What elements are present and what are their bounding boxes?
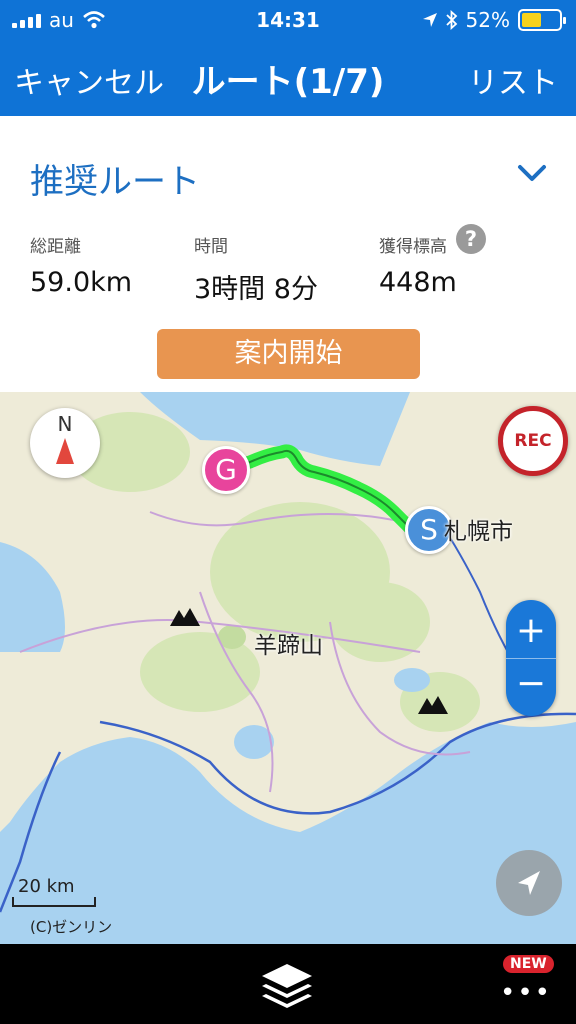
stat-elevation-value: 448m [379,267,457,298]
cancel-button[interactable]: キャンセル [14,58,164,102]
status-right: 52% [422,8,566,32]
zoom-control: + − [506,600,556,716]
stat-elevation: 獲得標高 448m [379,232,457,298]
scale-bar [12,897,96,907]
north-arrow-icon [56,438,74,464]
stat-distance-value: 59.0km [30,267,133,298]
stat-time-value: 3時間 8分 [194,274,318,305]
scale-label: 20 km [18,876,75,897]
place-label-sapporo: 札幌市 [444,519,513,545]
zoom-divider [506,658,556,659]
location-arrow-icon [422,13,437,27]
route-name[interactable]: 推奨ルート [30,154,200,203]
chevron-down-icon[interactable] [514,160,550,186]
record-button[interactable]: REC [498,406,568,476]
map-scale: 20 km [12,876,96,907]
route-panel: 推奨ルート 総距離 59.0km 時間 3時間 8分 獲得標高 448m ? 案… [0,116,576,392]
battery-icon [518,9,566,31]
stat-distance-label: 総距離 [30,237,81,257]
place-label-yoteizan: 羊蹄山 [254,633,323,659]
map-base [0,392,576,913]
mountain-icon [418,696,448,714]
zoom-out-button[interactable]: − [506,662,556,712]
start-guidance-button[interactable]: 案内開始 [157,329,420,379]
goal-marker[interactable]: G [202,446,250,494]
help-icon[interactable]: ? [456,224,486,254]
zoom-in-button[interactable]: + [506,606,556,656]
more-button[interactable]: ••• [500,978,552,1008]
stat-time: 時間 3時間 8分 [194,232,318,306]
map-copyright: (C)ゼンリン [30,918,113,936]
current-location-button[interactable] [496,850,562,916]
stat-distance: 総距離 59.0km [30,232,132,298]
location-arrow-icon [518,871,540,895]
bottom-bar: NEW ••• [0,944,576,1024]
list-button[interactable]: リスト [468,58,558,102]
status-bar: au 14:31 52% [0,0,576,40]
stat-time-label: 時間 [194,237,228,257]
stat-elevation-label: 獲得標高 [379,237,447,257]
compass-north-label: N [57,412,73,436]
battery-fill [522,13,541,27]
mountain-icon [170,608,200,626]
compass-button[interactable]: N [30,408,100,478]
layers-icon[interactable] [258,960,316,1010]
bluetooth-icon [445,10,457,30]
top-bar: au 14:31 52% キャンセル ルート(1/7) リスト [0,0,576,116]
battery-percent: 52% [465,8,510,32]
new-badge: NEW [503,955,554,973]
map-view[interactable]: N REC G S 札幌市 羊蹄山 + − 20 km (C)ゼンリン [0,392,576,944]
